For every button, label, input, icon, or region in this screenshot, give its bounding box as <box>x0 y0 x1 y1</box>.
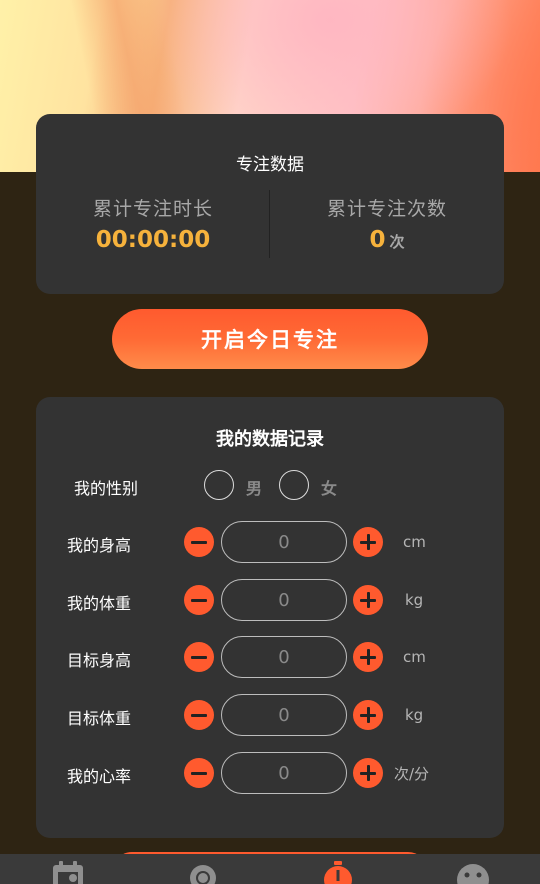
total-count-value-wrap: 0次 <box>270 227 504 253</box>
total-count-label: 累计专注次数 <box>326 198 447 220</box>
target-weight-label: 目标体重 <box>67 709 132 728</box>
tab-sun[interactable] <box>135 854 270 884</box>
bottom-tab-bar <box>0 854 540 884</box>
height-label: 我的身高 <box>67 536 132 555</box>
tab-stopwatch[interactable] <box>270 854 405 884</box>
heart-rate-decrement-button[interactable] <box>184 758 214 788</box>
heart-rate-increment-button[interactable] <box>353 758 383 788</box>
sun-icon <box>189 865 216 884</box>
heart-rate-input[interactable] <box>221 752 347 794</box>
start-focus-button[interactable]: 开启今日专注 <box>112 309 428 369</box>
gender-male-label[interactable]: 男 <box>246 475 262 499</box>
face-icon <box>456 864 489 884</box>
gender-label: 我的性别 <box>74 479 139 498</box>
focus-card-title: 专注数据 <box>236 155 304 175</box>
target-weight-increment-button[interactable] <box>353 700 383 730</box>
height-input[interactable] <box>221 521 347 563</box>
target-height-decrement-button[interactable] <box>184 642 214 672</box>
height-unit: cm <box>403 533 426 551</box>
target-weight-input[interactable] <box>221 694 347 736</box>
minus-icon <box>191 713 207 717</box>
focus-data-card: 专注数据 累计专注时长 00:00:00 累计专注次数 0次 <box>36 114 504 294</box>
target-weight-decrement-button[interactable] <box>184 700 214 730</box>
total-count-unit: 次 <box>389 233 405 251</box>
gender-female-radio[interactable] <box>279 470 309 500</box>
total-duration-value: 00:00:00 <box>95 227 211 253</box>
data-records-card: 我的数据记录 我的性别 男 女 我的身高 cm 我的体重 kg 目标身高 cm … <box>36 397 504 838</box>
weight-increment-button[interactable] <box>353 585 383 615</box>
target-height-input[interactable] <box>221 636 347 678</box>
height-increment-button[interactable] <box>353 527 383 557</box>
minus-icon <box>191 771 207 775</box>
target-height-unit: cm <box>403 648 426 666</box>
target-height-increment-button[interactable] <box>353 642 383 672</box>
total-duration-label: 累计专注时长 <box>92 198 213 220</box>
weight-input[interactable] <box>221 579 347 621</box>
weight-decrement-button[interactable] <box>184 585 214 615</box>
total-duration-stat: 累计专注时长 00:00:00 <box>36 194 270 253</box>
tab-calendar[interactable] <box>0 854 135 884</box>
minus-icon <box>191 655 207 659</box>
target-height-label: 目标身高 <box>67 651 132 670</box>
heart-rate-unit: 次/分 <box>394 765 430 783</box>
minus-icon <box>191 598 207 602</box>
records-card-title: 我的数据记录 <box>216 429 324 450</box>
gender-male-radio[interactable] <box>204 470 234 500</box>
minus-icon <box>191 540 207 544</box>
tab-profile[interactable] <box>405 854 540 884</box>
weight-label: 我的体重 <box>67 594 132 613</box>
heart-rate-label: 我的心率 <box>67 767 132 786</box>
total-count-value: 0 <box>369 227 386 253</box>
total-count-stat: 累计专注次数 0次 <box>270 194 504 253</box>
calendar-icon <box>52 861 83 884</box>
stopwatch-icon <box>323 861 352 884</box>
target-weight-unit: kg <box>405 706 424 724</box>
gender-female-label[interactable]: 女 <box>321 475 337 499</box>
weight-unit: kg <box>405 591 424 609</box>
height-decrement-button[interactable] <box>184 527 214 557</box>
